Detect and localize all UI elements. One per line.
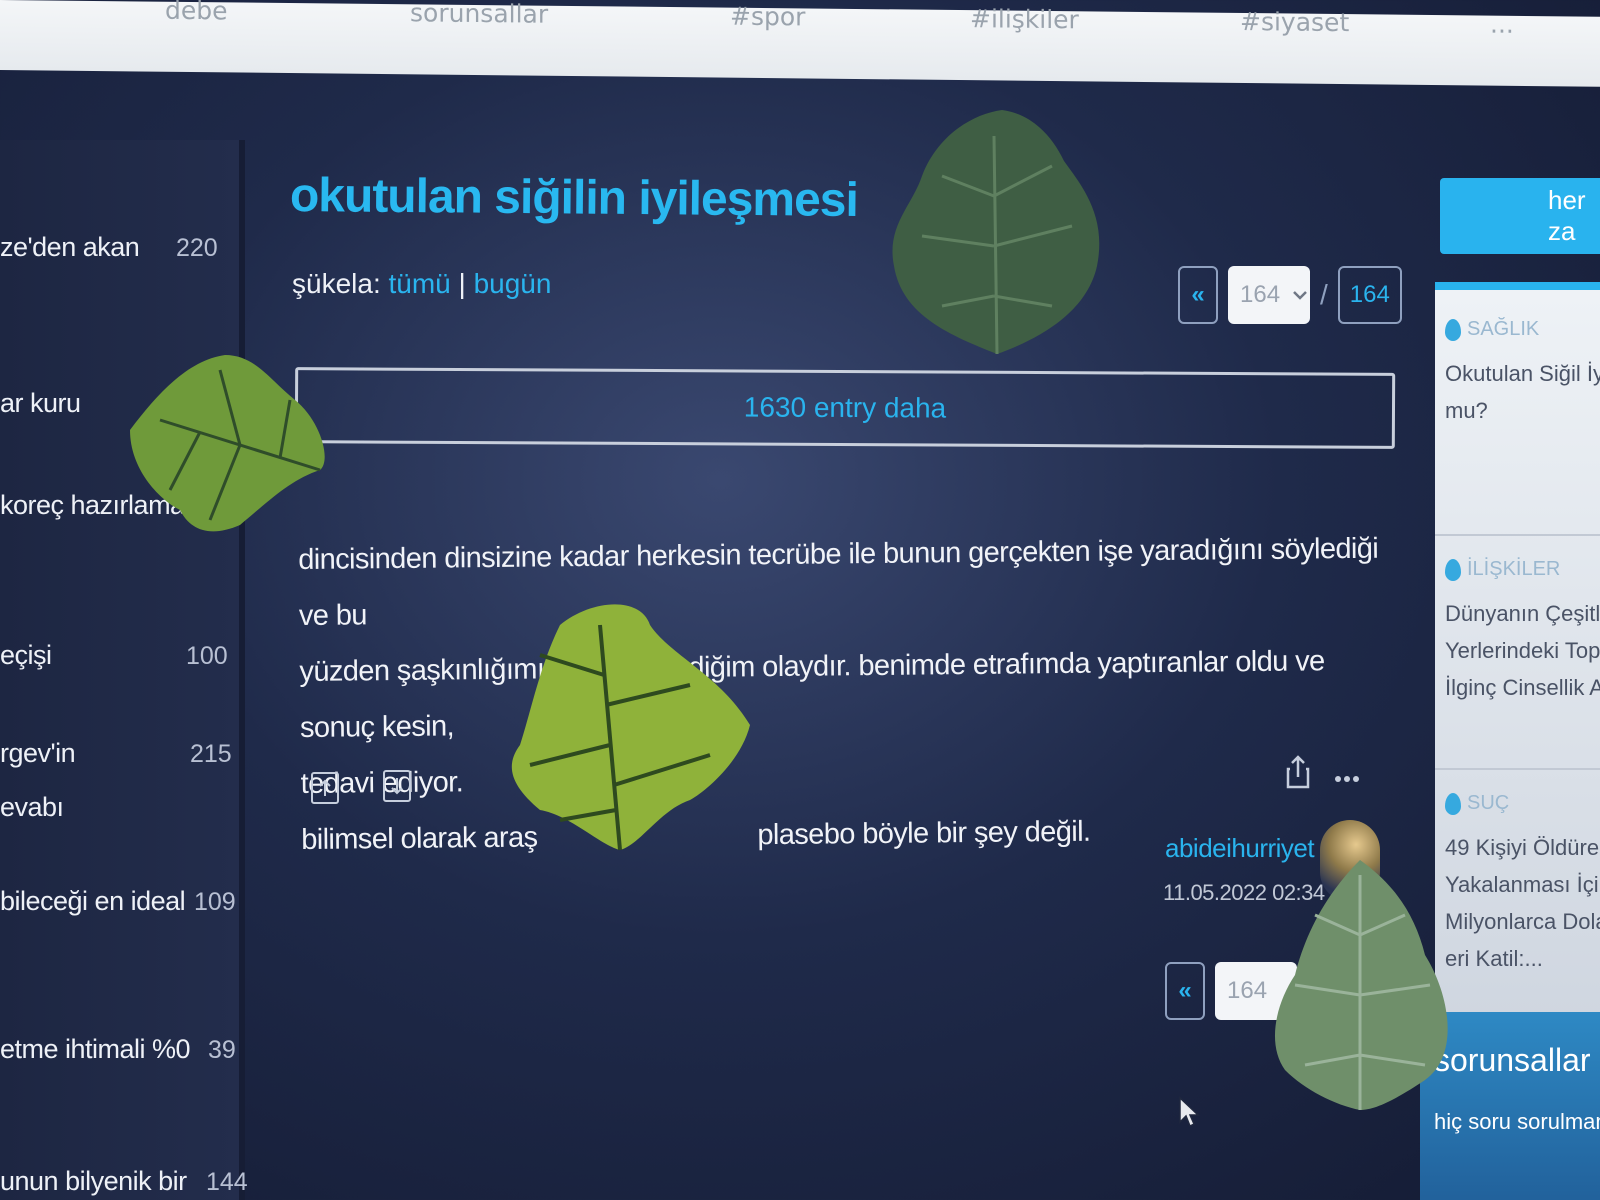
pager-last-button[interactable]: 164 bbox=[1337, 266, 1402, 324]
sidebar-item-1[interactable]: ar kuru bbox=[0, 388, 81, 419]
share-icon[interactable] bbox=[1285, 755, 1311, 796]
sidebar-item-3-count: 100 bbox=[186, 642, 228, 670]
divider bbox=[1435, 768, 1600, 770]
nav-iliskiler[interactable]: #ilişkiler bbox=[970, 4, 1079, 34]
pager-page-select[interactable]: 164 bbox=[1228, 266, 1310, 324]
leaf-icon bbox=[130, 355, 325, 532]
topic-title[interactable]: okutulan siğilin iyileşmesi bbox=[290, 168, 858, 228]
tab-her-zaman[interactable]: her za bbox=[1440, 178, 1600, 254]
sukela-filter: şükela: tümü | bugün bbox=[292, 268, 551, 300]
more-entries-button[interactable]: 1630 entry daha bbox=[294, 367, 1396, 449]
upvote-icon[interactable] bbox=[311, 772, 339, 804]
nav-more[interactable]: ... bbox=[1490, 10, 1514, 39]
pager-bottom-prev-button[interactable]: « bbox=[1165, 962, 1205, 1020]
leaf-icon bbox=[892, 110, 1100, 355]
pager-bottom-current: 164 bbox=[1227, 977, 1268, 1004]
more-icon[interactable] bbox=[1334, 760, 1360, 791]
sidebar-item-0-count: 220 bbox=[176, 234, 218, 262]
entry-line-4b: plasebo böyle bir şey değil. bbox=[757, 815, 1091, 852]
nav-siyaset[interactable]: #siyaset bbox=[1240, 7, 1349, 37]
entry-line-2: yüzden şaşkınlığımı gizl ediğim olaydır. … bbox=[299, 633, 1390, 756]
sidebar-item-5[interactable]: evabı bbox=[0, 792, 64, 823]
sidebar-item-0[interactable]: ze'den akan bbox=[0, 232, 140, 263]
section-line: Okutulan Siğil İy bbox=[1445, 361, 1600, 386]
entry-line-1: dincisinden dinsizine kadar herkesin tec… bbox=[298, 532, 1379, 632]
sidebar-item-8-count: 144 bbox=[206, 1168, 248, 1196]
section-line: mu? bbox=[1445, 398, 1488, 423]
more-entries-label: 1630 entry daha bbox=[743, 391, 947, 424]
droplet-icon bbox=[1445, 318, 1461, 341]
nav-sorunsallar[interactable]: sorunsallar bbox=[410, 0, 548, 29]
divider bbox=[1435, 534, 1600, 536]
leaf-icon bbox=[1274, 860, 1448, 1110]
pager-top: « 164 / 164 bbox=[1178, 266, 1402, 324]
section-category: İLİŞKİLER bbox=[1467, 558, 1561, 580]
pager-current: 164 bbox=[1240, 281, 1281, 308]
downvote-icon[interactable] bbox=[383, 770, 411, 802]
right-section-iliskiler[interactable]: İLİŞKİLER Dünyanın Çeşitli Yerlerindeki … bbox=[1445, 558, 1600, 706]
chevron-down-icon bbox=[1293, 291, 1307, 300]
tab-her-zaman-label: her za bbox=[1548, 185, 1586, 246]
sidebar-item-3[interactable]: eçişi bbox=[0, 640, 52, 671]
mouse-cursor-icon bbox=[1179, 1096, 1200, 1128]
section-line: Yerlerindeki Topl bbox=[1445, 638, 1600, 663]
section-line: eri Katil:... bbox=[1445, 946, 1543, 971]
section-line: Dünyanın Çeşitli bbox=[1445, 601, 1600, 626]
right-section-saglik[interactable]: SAĞLIK Okutulan Siğil İy mu? bbox=[1445, 318, 1600, 429]
entry-content: dincisinden dinsizine kadar herkesin tec… bbox=[298, 521, 1391, 868]
nav-debe[interactable]: debe bbox=[165, 0, 228, 25]
sidebar-item-6[interactable]: bileceği en ideal bbox=[0, 886, 186, 917]
right-section-suc[interactable]: SUÇ 49 Kişiyi Öldüren, Yakalanması İçin … bbox=[1445, 792, 1600, 977]
nav-spor[interactable]: #spor bbox=[730, 2, 805, 32]
sidebar-item-4[interactable]: rgev'in bbox=[0, 738, 76, 769]
pager-prev-button[interactable]: « bbox=[1178, 266, 1218, 324]
sidebar-item-6-count: 109 bbox=[194, 888, 236, 916]
section-line: Milyonlarca Dolar l bbox=[1445, 909, 1600, 934]
sidebar-item-7-count: 39 bbox=[208, 1036, 236, 1064]
droplet-icon bbox=[1445, 558, 1461, 581]
section-line: İlginç Cinsellik An bbox=[1445, 675, 1600, 700]
section-category: SUÇ bbox=[1467, 792, 1510, 814]
top-navigation: debe sorunsallar #spor #ilişkiler #siyas… bbox=[0, 0, 1600, 87]
sidebar-item-8[interactable]: unun bilyenik bir bbox=[0, 1166, 187, 1197]
sukela-label: şükela: bbox=[292, 268, 381, 299]
section-line: Yakalanması İçin bbox=[1445, 872, 1600, 897]
droplet-icon bbox=[1445, 792, 1461, 815]
filter-separator: | bbox=[458, 268, 466, 299]
section-category: SAĞLIK bbox=[1467, 318, 1540, 340]
filter-today-link[interactable]: bugün bbox=[474, 268, 552, 299]
pager-slash: / bbox=[1320, 279, 1328, 310]
filter-all-link[interactable]: tümü bbox=[389, 268, 451, 299]
sidebar-item-4-count: 215 bbox=[190, 740, 232, 768]
section-line: 49 Kişiyi Öldüren, bbox=[1445, 835, 1600, 860]
sidebar-item-7[interactable]: etme ihtimali %0 bbox=[0, 1034, 191, 1065]
leaf-icon bbox=[511, 604, 750, 851]
